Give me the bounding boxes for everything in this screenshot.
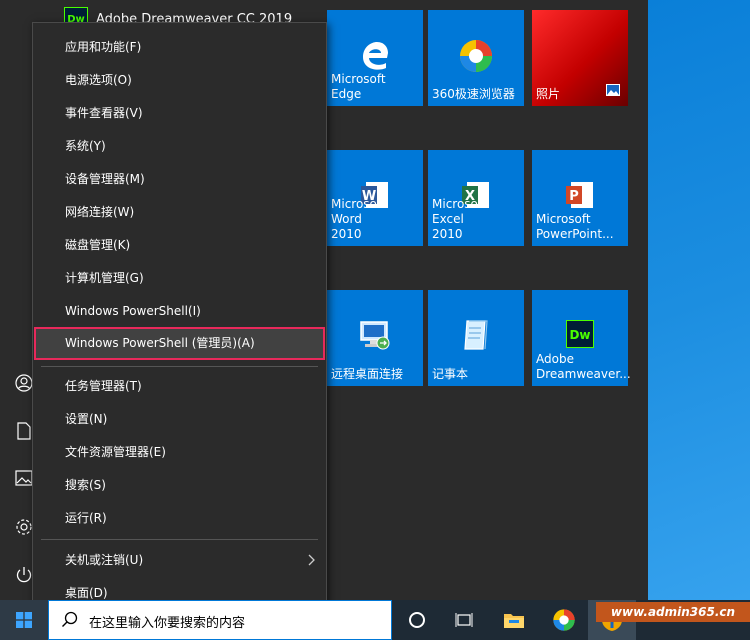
menu-item-run[interactable]: 运行(R) bbox=[33, 503, 326, 533]
menu-item-network-connections[interactable]: 网络连接(W) bbox=[33, 197, 326, 227]
menu-item-task-manager[interactable]: 任务管理器(T) bbox=[33, 371, 326, 401]
tile-label: Adobe Dreamweaver... bbox=[536, 352, 631, 381]
menu-item-power-options[interactable]: 电源选项(O) bbox=[33, 65, 326, 95]
tile-label: Microsoft PowerPoint... bbox=[536, 212, 614, 241]
site-watermark: www.admin365.cn bbox=[596, 602, 750, 622]
menu-item-label: 关机或注销(U) bbox=[65, 553, 144, 567]
menu-item-powershell-admin[interactable]: Windows PowerShell (管理员)(A) bbox=[34, 327, 325, 360]
tile-label: Microsoft Edge bbox=[331, 72, 386, 101]
menu-item-search[interactable]: 搜索(S) bbox=[33, 470, 326, 500]
menu-item-settings[interactable]: 设置(N) bbox=[33, 404, 326, 434]
taskbar-search-box[interactable]: 在这里输入你要搜索的内容 bbox=[48, 600, 392, 640]
tile-label: 记事本 bbox=[432, 367, 469, 381]
power-icon[interactable] bbox=[14, 566, 34, 586]
menu-item-powershell[interactable]: Windows PowerShell(I) bbox=[33, 296, 326, 326]
task-view-icon[interactable] bbox=[440, 600, 488, 640]
tile-edge[interactable]: Microsoft Edge bbox=[327, 10, 423, 106]
tile-photos[interactable]: 照片 bbox=[532, 10, 628, 106]
tile-notepad[interactable]: 记事本 bbox=[428, 290, 524, 386]
menu-item-file-explorer[interactable]: 文件资源管理器(E) bbox=[33, 437, 326, 467]
tile-label: Microsoft Excel 2010 bbox=[432, 197, 487, 241]
menu-item-apps-features[interactable]: 应用和功能(F) bbox=[33, 32, 326, 62]
menu-item-system[interactable]: 系统(Y) bbox=[33, 131, 326, 161]
tile-label: 远程桌面连接 bbox=[331, 367, 404, 381]
dreamweaver-icon: Dw bbox=[566, 320, 594, 352]
tile-label: Microsoft Word 2010 bbox=[331, 197, 386, 241]
browser-360-icon bbox=[458, 38, 494, 78]
browser-360-taskbar-icon[interactable] bbox=[540, 600, 588, 640]
menu-item-shutdown-signout[interactable]: 关机或注销(U) bbox=[33, 545, 326, 575]
tile-excel[interactable]: X Microsoft Excel 2010 bbox=[428, 150, 524, 246]
desktop-wallpaper bbox=[648, 0, 750, 600]
winx-context-menu: 应用和功能(F) 电源选项(O) 事件查看器(V) 系统(Y) 设备管理器(M)… bbox=[32, 22, 327, 618]
cortana-icon[interactable] bbox=[393, 600, 441, 640]
menu-item-device-manager[interactable]: 设备管理器(M) bbox=[33, 164, 326, 194]
chevron-right-icon bbox=[308, 545, 316, 575]
tile-powerpoint[interactable]: P Microsoft PowerPoint... bbox=[532, 150, 628, 246]
pictures-icon[interactable] bbox=[14, 470, 34, 490]
menu-item-computer-management[interactable]: 计算机管理(G) bbox=[33, 263, 326, 293]
start-button[interactable] bbox=[0, 600, 48, 640]
powerpoint-icon: P bbox=[565, 180, 595, 214]
menu-separator bbox=[41, 366, 318, 367]
tile-dreamweaver[interactable]: Dw Adobe Dreamweaver... bbox=[532, 290, 631, 386]
edge-icon bbox=[359, 40, 391, 76]
file-explorer-icon[interactable] bbox=[490, 600, 538, 640]
menu-item-disk-management[interactable]: 磁盘管理(K) bbox=[33, 230, 326, 260]
search-placeholder: 在这里输入你要搜索的内容 bbox=[89, 616, 246, 631]
notepad-icon bbox=[461, 318, 491, 356]
menu-item-event-viewer[interactable]: 事件查看器(V) bbox=[33, 98, 326, 128]
user-icon[interactable] bbox=[14, 374, 34, 394]
search-icon bbox=[61, 611, 79, 633]
tile-label: 360极速浏览器 bbox=[432, 87, 515, 101]
photos-icon bbox=[606, 81, 620, 100]
menu-separator bbox=[41, 539, 318, 540]
remote-desktop-icon bbox=[358, 318, 392, 356]
svg-text:P: P bbox=[569, 189, 579, 204]
tile-360-browser[interactable]: 360极速浏览器 bbox=[428, 10, 524, 106]
documents-icon[interactable] bbox=[14, 422, 34, 442]
windows-logo-icon bbox=[16, 612, 32, 628]
tile-remote-desktop[interactable]: 远程桌面连接 bbox=[327, 290, 423, 386]
svg-text:Dw: Dw bbox=[569, 328, 590, 342]
tile-word[interactable]: W Microsoft Word 2010 bbox=[327, 150, 423, 246]
settings-icon[interactable] bbox=[14, 518, 34, 538]
